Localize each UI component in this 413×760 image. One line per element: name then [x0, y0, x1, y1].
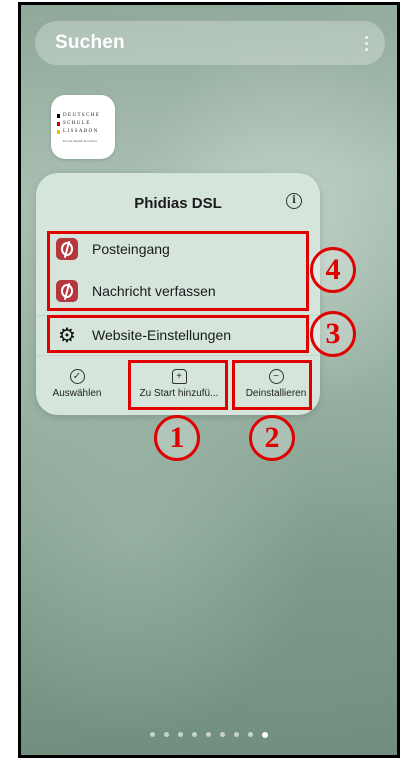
- page-dot: [192, 732, 197, 737]
- logo-line-1: DEUTSCHE: [57, 112, 109, 120]
- search-bar[interactable]: Suchen: [35, 21, 385, 65]
- logo-line-2: SCHULE: [57, 120, 109, 128]
- page-dot: [178, 732, 183, 737]
- annotation-number-1: 1: [154, 415, 200, 461]
- page-dot: [248, 732, 253, 737]
- page-dot: [150, 732, 155, 737]
- action-label: Auswählen: [52, 388, 102, 399]
- logo-subtitle: Escola Alemã de Lisboa: [63, 138, 97, 143]
- page-dot-active: [262, 732, 268, 738]
- info-icon[interactable]: i: [286, 193, 302, 209]
- page-indicator[interactable]: [21, 732, 397, 738]
- annotation-number-4: 4: [310, 247, 356, 293]
- annotation-box-add-to-home: [128, 360, 228, 410]
- popup-header: Phidias DSL i: [36, 173, 320, 233]
- annotation-number-2: 2: [249, 415, 295, 461]
- annotation-box-shortcuts: [47, 231, 309, 311]
- home-screen: Suchen DEUTSCHE SCHULE LISSABON Escola A…: [18, 2, 400, 758]
- annotation-number-3: 3: [310, 311, 356, 357]
- logo-line-3: LISSABON: [57, 128, 109, 136]
- app-name-title: Phidias DSL: [134, 195, 222, 212]
- page-dot: [164, 732, 169, 737]
- more-options-icon[interactable]: [365, 35, 369, 51]
- page-dot: [220, 732, 225, 737]
- search-label: Suchen: [55, 32, 125, 53]
- app-icon-phidias-dsl[interactable]: DEUTSCHE SCHULE LISSABON Escola Alemã de…: [51, 95, 115, 159]
- annotation-box-uninstall: [232, 360, 312, 410]
- page-dot: [234, 732, 239, 737]
- annotation-box-settings: [47, 315, 309, 353]
- page-dot: [206, 732, 211, 737]
- check-circle-icon: ✓: [69, 369, 85, 384]
- select-button[interactable]: ✓ Auswählen: [38, 355, 116, 413]
